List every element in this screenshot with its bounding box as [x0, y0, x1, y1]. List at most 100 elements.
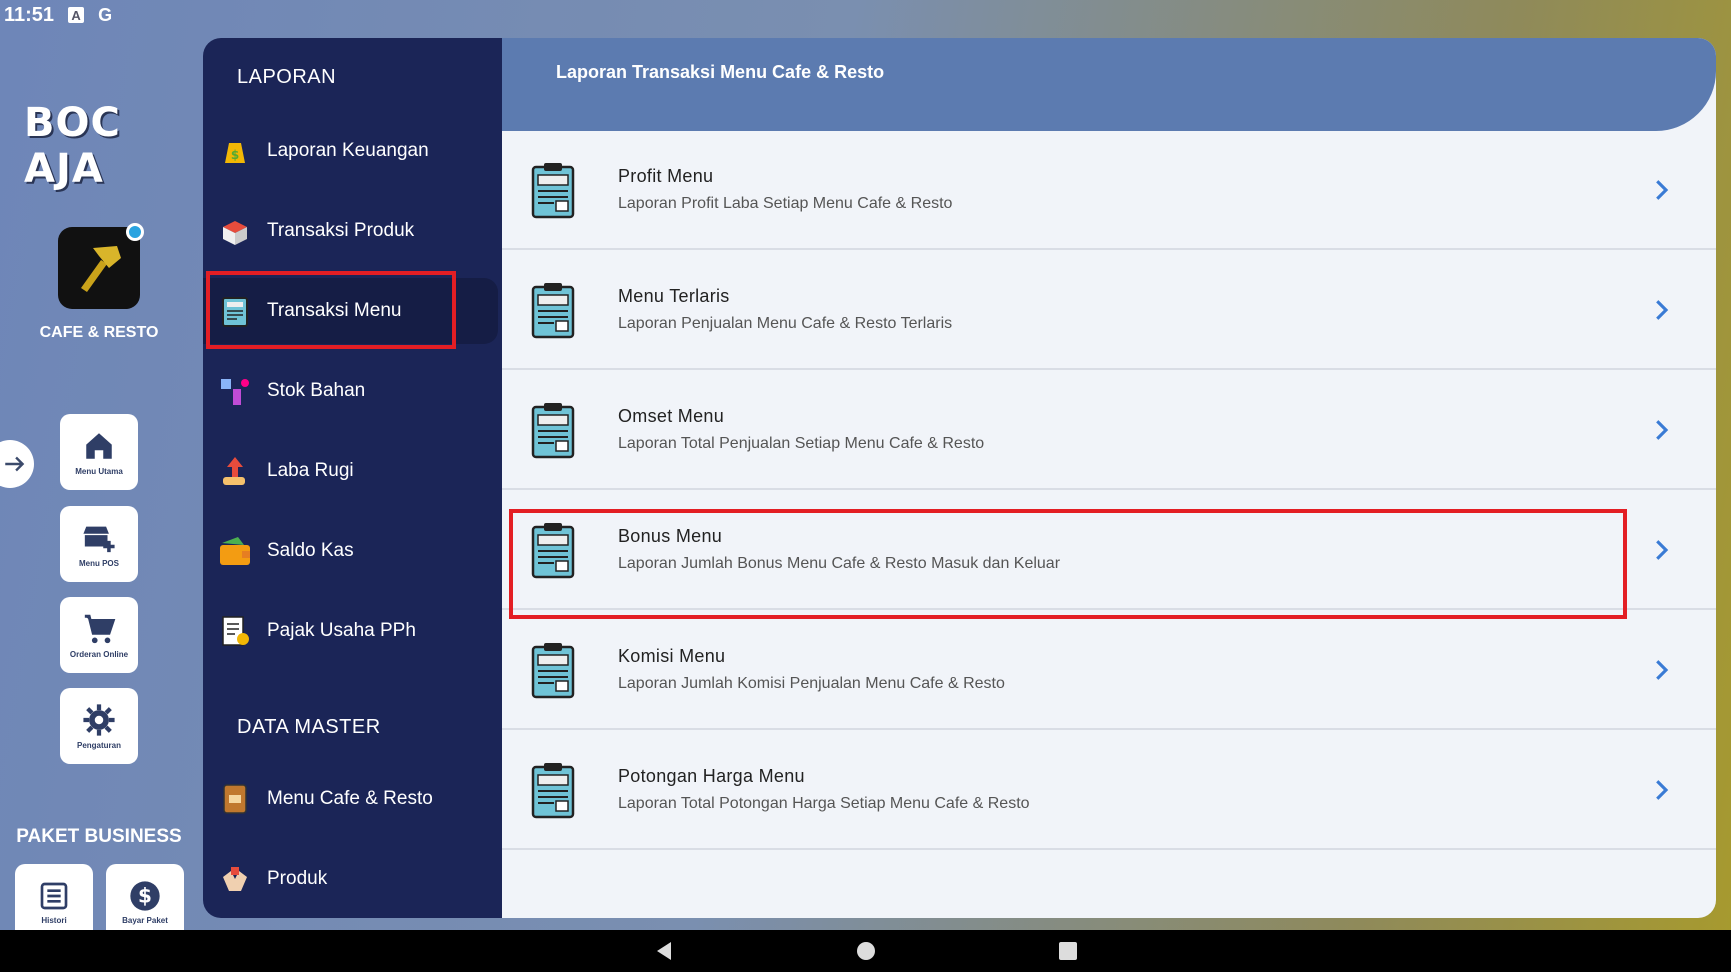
- wallet-icon: [217, 533, 253, 569]
- cart-icon: [84, 614, 116, 643]
- nav-label: Produk: [267, 868, 328, 889]
- back-icon[interactable]: [653, 940, 675, 962]
- row-title: Menu Terlaris: [618, 286, 730, 306]
- nav-item-menu-cafe-resto[interactable]: Menu Cafe & Resto: [203, 766, 498, 832]
- svg-text:$: $: [138, 883, 152, 907]
- status-bar: 11:51 A G: [0, 0, 1731, 30]
- nav-label: Laba Rugi: [267, 460, 354, 481]
- report-row-komisi-menu[interactable]: Komisi Menu Laporan Jumlah Komisi Penjual…: [502, 611, 1716, 730]
- google-icon: G: [98, 4, 113, 25]
- home-icon: [86, 432, 112, 459]
- paket-title: PAKET BUSINESS: [16, 826, 182, 847]
- menu-utama-label: Menu Utama: [75, 466, 123, 476]
- section-laporan: LAPORAN: [237, 66, 337, 88]
- histori-button[interactable]: Histori: [15, 864, 93, 940]
- orderan-online-button[interactable]: Orderan Online: [60, 597, 138, 673]
- nav-label: Laporan Keuangan: [267, 140, 429, 161]
- menu-clipboard-icon: [531, 762, 575, 818]
- menu-clipboard-icon: [531, 282, 575, 338]
- nav-item-laba-rugi[interactable]: Laba Rugi: [203, 438, 498, 504]
- chevron-right-icon: [1656, 419, 1669, 440]
- histori-label: Histori: [41, 915, 67, 925]
- nav-label: Transaksi Menu: [267, 300, 402, 321]
- dollar-icon: $: [130, 880, 160, 911]
- box-icon: [217, 213, 253, 249]
- row-title: Potongan Harga Menu: [618, 766, 805, 786]
- recents-icon[interactable]: [1057, 940, 1079, 962]
- gear-icon: [83, 703, 115, 736]
- chevron-right-icon: [1656, 659, 1669, 680]
- row-title: Komisi Menu: [618, 646, 726, 666]
- chevron-right-icon: [1656, 179, 1669, 200]
- nav-label: Pajak Usaha PPh: [267, 620, 416, 641]
- content-header: Laporan Transaksi Menu Cafe & Resto: [502, 38, 1716, 131]
- hammer-logo-icon: [81, 246, 121, 292]
- chevron-right-icon: [1656, 299, 1669, 320]
- product-icon: [217, 861, 253, 897]
- content-panel: Laporan Transaksi Menu Cafe & Resto Prof…: [502, 38, 1716, 918]
- nav-item-stok-bahan[interactable]: Stok Bahan: [203, 358, 498, 424]
- status-dot: [126, 223, 144, 241]
- row-title: Bonus Menu: [618, 526, 723, 546]
- money-bag-icon: $: [217, 133, 253, 169]
- nav-item-transaksi-menu[interactable]: Transaksi Menu: [203, 278, 498, 344]
- status-time: 11:51: [4, 3, 55, 26]
- chevron-right-icon: [1656, 779, 1669, 800]
- row-subtitle: Laporan Penjualan Menu Cafe & Resto Terl…: [618, 315, 953, 332]
- section-data-master: DATA MASTER: [237, 716, 381, 738]
- left-rail: BOC AJA CAFE & RESTO Menu Utama Menu POS…: [0, 30, 200, 940]
- orderan-online-label: Orderan Online: [69, 649, 129, 659]
- app-label: CAFE & RESTO: [39, 324, 159, 341]
- menu-clipboard-icon: [531, 402, 575, 458]
- row-title: Profit Menu: [618, 166, 714, 186]
- nav-label: Menu Cafe & Resto: [267, 788, 433, 809]
- row-title: Omset Menu: [618, 406, 725, 426]
- list-icon: [40, 882, 68, 909]
- nav-item-pajak-usaha[interactable]: Pajak Usaha PPh: [203, 598, 498, 664]
- menu-clipboard-icon: [531, 642, 575, 698]
- menu-utama-button[interactable]: Menu Utama: [60, 414, 138, 490]
- pengaturan-label: Pengaturan: [76, 740, 121, 750]
- arrow-right-icon: [5, 456, 25, 472]
- nav-item-laporan-keuangan[interactable]: $ Laporan Keuangan: [203, 118, 498, 184]
- bayar-paket-label: Bayar Paket: [122, 915, 168, 925]
- nav-label: Saldo Kas: [267, 540, 354, 561]
- store-icon: [83, 526, 115, 552]
- page-title: Laporan Transaksi Menu Cafe & Resto: [556, 62, 885, 82]
- tax-icon: [217, 613, 253, 649]
- row-subtitle: Laporan Total Potongan Harga Setiap Menu…: [618, 795, 1030, 812]
- chevron-right-icon: [1656, 539, 1669, 560]
- report-row-omset-menu[interactable]: Omset Menu Laporan Total Penjualan Setiap…: [502, 371, 1716, 490]
- menu-pos-button[interactable]: Menu POS: [60, 506, 138, 582]
- nav-item-transaksi-produk[interactable]: Transaksi Produk: [203, 198, 498, 264]
- stock-icon: [217, 373, 253, 409]
- report-row-menu-terlaris[interactable]: Menu Terlaris Laporan Penjualan Menu Cafe…: [502, 251, 1716, 370]
- report-row-potongan-harga-menu[interactable]: Potongan Harga Menu Laporan Total Potonga…: [502, 731, 1716, 850]
- menu-clipboard-icon: [531, 522, 575, 578]
- brand-logo: BOC AJA: [24, 100, 121, 192]
- home-circle-icon[interactable]: [855, 940, 877, 962]
- nav-item-produk[interactable]: Produk: [203, 846, 498, 912]
- nav-panel: LAPORAN $ Laporan Keuangan Transaksi Pro…: [203, 38, 503, 918]
- system-nav-bar: [0, 930, 1731, 972]
- profit-icon: [217, 453, 253, 489]
- nav-label: Transaksi Produk: [267, 220, 415, 241]
- pengaturan-button[interactable]: Pengaturan: [60, 688, 138, 764]
- row-subtitle: Laporan Jumlah Komisi Penjualan Menu Caf…: [618, 675, 1005, 692]
- menu-pos-label: Menu POS: [78, 558, 119, 568]
- menu-clipboard-icon: [531, 162, 575, 218]
- menu-book-icon: [217, 781, 253, 817]
- nav-label: Stok Bahan: [267, 380, 366, 401]
- row-subtitle: Laporan Profit Laba Setiap Menu Cafe & R…: [618, 195, 953, 212]
- notification-a-icon: A: [68, 7, 85, 23]
- report-row-bonus-menu[interactable]: Bonus Menu Laporan Jumlah Bonus Menu Cafe…: [502, 491, 1716, 610]
- bayar-paket-button[interactable]: $ Bayar Paket: [106, 864, 184, 940]
- row-subtitle: Laporan Total Penjualan Setiap Menu Cafe…: [618, 435, 985, 452]
- row-subtitle: Laporan Jumlah Bonus Menu Cafe & Resto M…: [618, 555, 1061, 572]
- svg-text:$: $: [231, 148, 239, 162]
- report-row-profit-menu[interactable]: Profit Menu Laporan Profit Laba Setiap Me…: [502, 131, 1716, 250]
- nav-item-saldo-kas[interactable]: Saldo Kas: [203, 518, 498, 584]
- expand-arrow-button[interactable]: [0, 440, 34, 488]
- menu-board-icon: [217, 293, 253, 329]
- app-icon[interactable]: [58, 223, 144, 309]
